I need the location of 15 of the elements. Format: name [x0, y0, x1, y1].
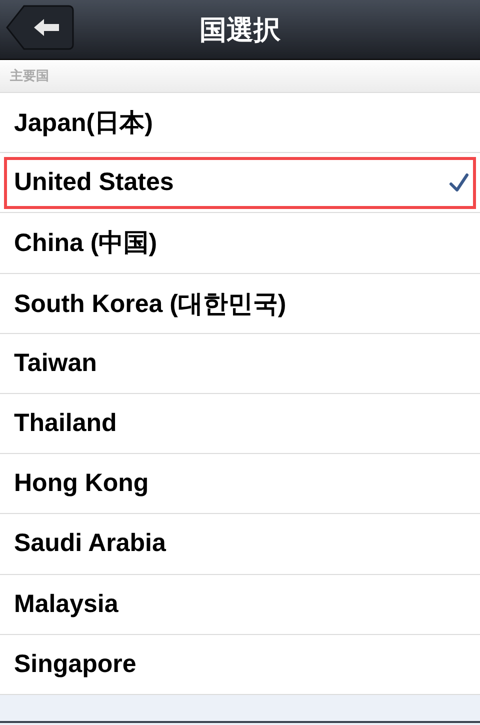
country-row[interactable]: Japan(日本) [0, 93, 480, 154]
country-row[interactable]: Thailand [0, 394, 480, 454]
country-row[interactable]: China (中国) [0, 213, 480, 274]
arrow-left-icon [34, 19, 59, 36]
country-row[interactable]: Hong Kong [0, 454, 480, 514]
back-button[interactable] [6, 5, 74, 50]
country-row[interactable]: Saudi Arabia [0, 514, 480, 574]
country-row[interactable]: Singapore [0, 634, 480, 695]
screen-title: 国選択 [200, 14, 280, 46]
section-title: 主要国 [10, 67, 49, 85]
checkmark-icon [448, 172, 470, 194]
country-row[interactable]: United States [0, 153, 480, 214]
country-row[interactable]: Taiwan [0, 334, 480, 394]
country-row[interactable]: South Korea (대한민국) [0, 274, 480, 334]
country-row[interactable]: Malaysia [0, 574, 480, 635]
